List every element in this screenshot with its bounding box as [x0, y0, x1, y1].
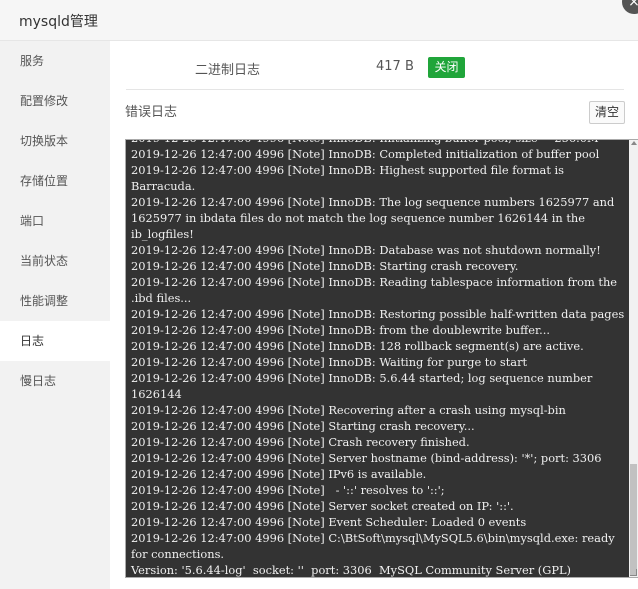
sidebar-item-log[interactable]: 日志	[0, 321, 110, 361]
sidebar-item-switch-version[interactable]: 切换版本	[0, 121, 110, 161]
resize-grip-icon[interactable]	[630, 569, 637, 576]
binlog-toggle-button[interactable]: 关闭	[428, 57, 465, 78]
sidebar-item-status[interactable]: 当前状态	[0, 241, 110, 281]
sidebar-item-slow-log[interactable]: 慢日志	[0, 361, 110, 401]
log-scrollbar[interactable]	[629, 140, 638, 577]
sidebar: 服务 配置修改 切换版本 存储位置 端口 当前状态 性能调整 日志 慢日志	[0, 41, 110, 589]
scroll-up-arrow-icon[interactable]	[631, 141, 637, 145]
sidebar-item-config[interactable]: 配置修改	[0, 81, 110, 121]
clear-log-button[interactable]: 清空	[589, 101, 625, 124]
binlog-row: 二进制日志 417 B 关闭	[110, 41, 638, 91]
sidebar-item-performance[interactable]: 性能调整	[0, 281, 110, 321]
error-log-content: 2019-12-26 12:47:00 4996 [Note] InnoDB: …	[131, 140, 625, 577]
close-button[interactable]: ×	[622, 0, 638, 14]
sidebar-item-storage[interactable]: 存储位置	[0, 161, 110, 201]
error-log-textarea[interactable]: 2019-12-26 12:47:00 4996 [Note] InnoDB: …	[125, 139, 638, 578]
main-panel: 二进制日志 417 B 关闭 错误日志 清空 2019-12-26 12:47:…	[110, 41, 638, 589]
binlog-label: 二进制日志	[195, 63, 261, 78]
title-bar: mysqld管理 ×	[0, 0, 638, 41]
sidebar-item-service[interactable]: 服务	[0, 41, 110, 81]
sidebar-item-port[interactable]: 端口	[0, 201, 110, 241]
error-log-label: 错误日志	[125, 105, 178, 120]
binlog-size: 417 B	[376, 59, 414, 74]
scrollbar-thumb[interactable]	[630, 464, 637, 576]
window-title: mysqld管理	[19, 14, 98, 30]
divider	[126, 89, 624, 90]
